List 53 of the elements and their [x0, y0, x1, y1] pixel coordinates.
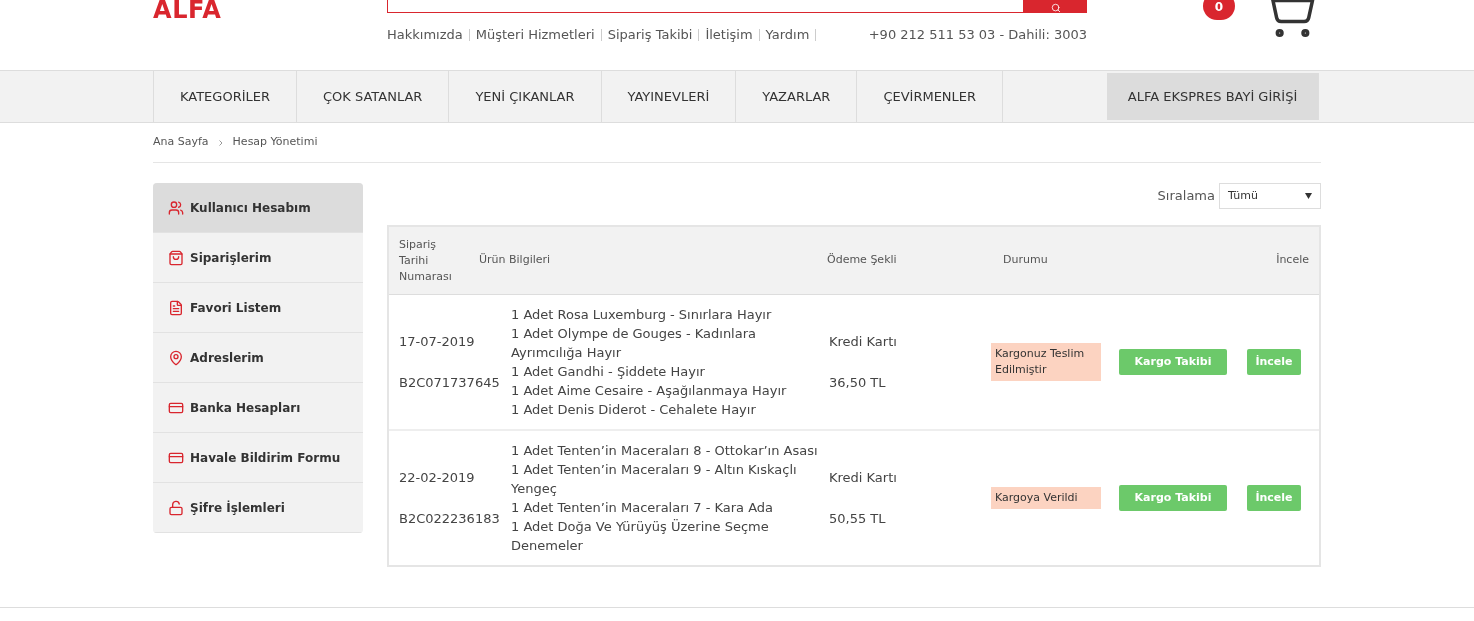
product-line: 1 Adet Gandhi - Şiddete Hayır [511, 363, 706, 381]
dealer-login-link[interactable]: ALFA EKSPRES BAYİ GİRİŞİ [1107, 73, 1319, 120]
payment-method: Kredi Kartı [829, 332, 898, 351]
search-icon [1050, 3, 1061, 13]
cart-count-badge: 0 [1203, 0, 1235, 20]
status-label: Kargonuz Teslim Edilmiştir [991, 343, 1101, 381]
users-icon [168, 199, 184, 216]
top-link[interactable]: Sipariş Takibi [607, 25, 693, 45]
top-link[interactable]: Müşteri Hizmetleri [475, 25, 595, 45]
column-header: Sipariş Tarihi Numarası [398, 236, 453, 285]
product-line: 1 Adet Doğa Ve Yürüyüş Üzerine Seçme Denemeler [511, 518, 770, 555]
nav-link[interactable]: YENİ ÇIKANLAR [449, 71, 602, 122]
padlock-icon [168, 499, 184, 516]
order-date: 22-02-2019 [399, 468, 476, 487]
search-field[interactable] [387, 0, 1024, 13]
chevron-icon [218, 139, 223, 146]
nav-link[interactable]: ÇEVİRMENLER [857, 71, 1004, 122]
nav-link[interactable]: ÇOK SATANLAR [297, 71, 450, 122]
product-line: 1 Adet Tenten’in Maceraları 9 - Altın Kıskaçlı Yengeç [511, 461, 798, 498]
top-link[interactable]: Yardım [765, 25, 810, 45]
order-number: B2C071737645 [399, 374, 501, 392]
column-header: İncele [1275, 252, 1310, 269]
document-icon [168, 299, 184, 316]
order-total: 50,55 TL [829, 510, 887, 528]
product-line: 1 Adet Denis Diderot - Cehalete Hayır [511, 401, 757, 419]
phone-number: +90 212 511 53 03 - Dahili: 3003 [868, 26, 1087, 44]
nav-link[interactable]: YAZARLAR [736, 71, 858, 122]
top-link[interactable]: İletişim [705, 25, 753, 45]
top-link[interactable]: Hakkımızda [387, 25, 463, 45]
status-label: Kargoya Verildi [991, 487, 1101, 509]
product-line: 1 Adet Aime Cesaire - Aşağılanmaya Hayır [511, 382, 788, 400]
sort-label: Sıralama [1157, 187, 1215, 206]
payment-method: Kredi Kartı [829, 468, 898, 487]
column-header: Durumu [1003, 252, 1049, 269]
map-pin-icon [168, 349, 184, 366]
dropdown-arrow-icon [1305, 193, 1312, 199]
breadcrumb-link[interactable]: Hesap Yönetimi [232, 134, 318, 151]
sidebar-item[interactable]: Kullanıcı Hesabım [153, 183, 363, 233]
order-number: B2C022236183 [399, 510, 501, 528]
bag-icon [168, 249, 184, 266]
order-date: 17-07-2019 [399, 332, 476, 351]
product-line: 1 Adet Olympe de Gouges - Kadınlara Ayrımcılığa Hayır [511, 325, 757, 362]
product-line: 1 Adet Rosa Luxemburg - Sınırlara Hayır [511, 306, 773, 324]
column-header: Ürün Bilgileri [479, 252, 552, 269]
nav-link[interactable]: KATEGORİLER [154, 71, 297, 122]
column-header: Ödeme Şekli [827, 252, 898, 269]
sort-dropdown[interactable]: Tümü [1219, 183, 1321, 209]
product-line: 1 Adet Tenten’in Maceraları 7 - Kara Ada [511, 499, 775, 517]
breadcrumb-link[interactable]: Ana Sayfa [153, 134, 209, 151]
order-total: 36,50 TL [829, 374, 887, 392]
logo[interactable]: ALFA [153, 0, 222, 22]
nav-link[interactable]: YAYINEVLERİ [601, 71, 737, 122]
product-line: 1 Adet Tenten’in Maceraları 8 - Ottokar’ın Asası [511, 442, 819, 460]
